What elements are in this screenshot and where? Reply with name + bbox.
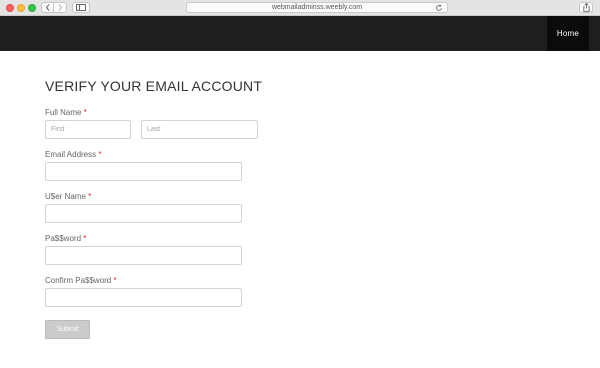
username-label-text: U$er Name: [45, 192, 86, 201]
sidebar-toggle-button[interactable]: [72, 2, 90, 13]
email-input[interactable]: [45, 162, 242, 181]
full-name-label-text: Full Name: [45, 108, 82, 117]
browser-toolbar: webmailadminss.weebly.com: [0, 0, 600, 16]
required-marker: *: [98, 150, 102, 159]
url-text: webmailadminss.weebly.com: [271, 4, 363, 11]
confirm-password-label-text: Confirm Pa$$word: [45, 276, 112, 285]
password-input[interactable]: [45, 246, 242, 265]
zoom-window-button[interactable]: [28, 4, 36, 12]
share-button[interactable]: [579, 2, 593, 13]
confirm-password-input[interactable]: [45, 288, 242, 307]
last-name-input[interactable]: [141, 120, 258, 139]
page-title: VERIFY YOUR EMAIL ACCOUNT: [45, 78, 263, 94]
first-name-input[interactable]: [45, 120, 131, 139]
share-icon: [582, 3, 590, 12]
chevron-left-icon: [45, 4, 49, 11]
required-marker: *: [83, 108, 87, 117]
submit-button[interactable]: Submit: [45, 320, 90, 339]
minimize-window-button[interactable]: [17, 4, 25, 12]
sidebar-icon: [76, 4, 86, 11]
reload-icon[interactable]: [435, 4, 443, 12]
required-marker: *: [113, 276, 117, 285]
email-label: Email Address *: [45, 150, 102, 159]
username-label: U$er Name *: [45, 192, 91, 201]
address-bar[interactable]: webmailadminss.weebly.com: [186, 2, 448, 13]
email-label-text: Email Address: [45, 150, 97, 159]
full-name-label: Full Name *: [45, 108, 87, 117]
chevron-right-icon: [58, 4, 63, 11]
forward-button[interactable]: [54, 2, 67, 13]
site-navigation: Home: [0, 16, 600, 51]
username-input[interactable]: [45, 204, 242, 223]
confirm-password-label: Confirm Pa$$word *: [45, 276, 117, 285]
nav-home-link[interactable]: Home: [547, 16, 589, 51]
required-marker: *: [83, 234, 87, 243]
password-label: Pa$$word *: [45, 234, 86, 243]
close-window-button[interactable]: [6, 4, 14, 12]
required-marker: *: [88, 192, 92, 201]
back-button[interactable]: [41, 2, 54, 13]
password-label-text: Pa$$word: [45, 234, 82, 243]
